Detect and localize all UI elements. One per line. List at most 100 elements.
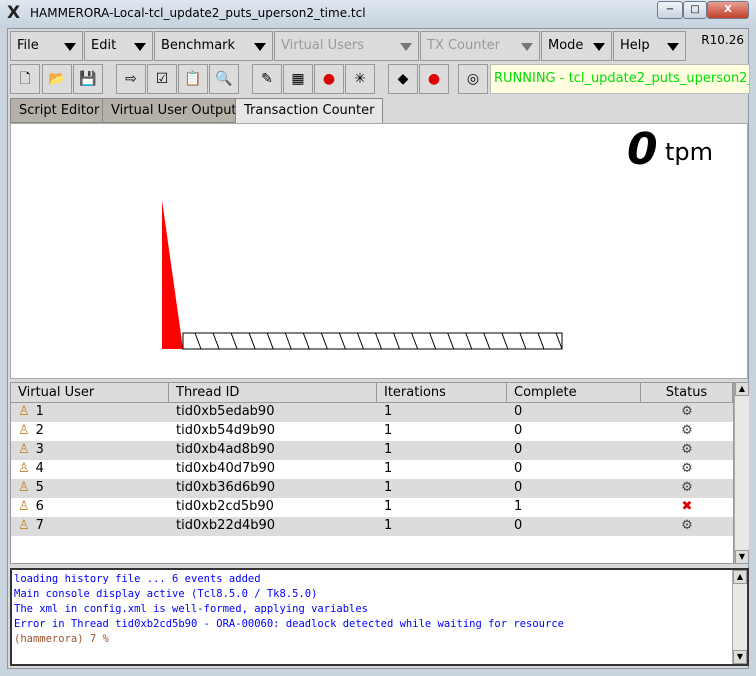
iterations-cell: 1 bbox=[384, 499, 393, 514]
toolbar-button[interactable]: 🔍 bbox=[209, 64, 239, 94]
menu-label: Mode bbox=[548, 38, 584, 53]
stop-light-icon: ● bbox=[427, 71, 441, 87]
console-output[interactable]: loading history file ... 6 events added M… bbox=[10, 568, 749, 666]
grid-icon: ▦ bbox=[291, 71, 305, 87]
menu-label: Virtual Users bbox=[281, 38, 365, 53]
running-icon: ⚙ bbox=[681, 480, 693, 495]
user-icon: ♙ bbox=[18, 461, 30, 476]
thread-id-cell: tid0xb36d6b90 bbox=[176, 480, 276, 495]
thread-id-cell: tid0xb40d7b90 bbox=[176, 461, 276, 476]
thread-id-cell: tid0xb4ad8b90 bbox=[176, 442, 275, 457]
table-row[interactable]: ♙ 1 tid0xb5edab90 1 0 ⚙ bbox=[11, 403, 733, 422]
chevron-down-icon bbox=[134, 43, 146, 51]
toolbar-button[interactable]: ▦ bbox=[283, 64, 313, 94]
running-icon: ⚙ bbox=[681, 461, 693, 476]
virtual-user-cell: ♙ 1 bbox=[11, 403, 169, 422]
chevron-down-icon bbox=[254, 43, 266, 51]
load-script-icon: ⇨ bbox=[125, 71, 137, 87]
save-icon: 💾 bbox=[79, 71, 97, 87]
error-x-icon: ✖ bbox=[681, 499, 693, 514]
toolbar-button[interactable]: ● bbox=[314, 64, 344, 94]
toolbar-button[interactable]: ◎ bbox=[458, 64, 488, 94]
table-row[interactable]: ♙ 3 tid0xb4ad8b90 1 0 ⚙ bbox=[11, 441, 733, 460]
time-axis-bar bbox=[182, 332, 563, 350]
console-line: The xml in config.xml is well-formed, ap… bbox=[14, 603, 369, 615]
status-cell: ✖ bbox=[641, 498, 733, 517]
complete-cell: 0 bbox=[514, 518, 523, 533]
user-id: 4 bbox=[35, 461, 44, 476]
menu-file[interactable]: File bbox=[10, 31, 83, 61]
user-id: 7 bbox=[35, 518, 44, 533]
complete-cell: 1 bbox=[514, 499, 523, 514]
close-button[interactable]: X bbox=[707, 1, 749, 19]
user-id: 2 bbox=[35, 423, 44, 438]
shapes-icon: ◆ bbox=[397, 71, 409, 87]
status-cell: ⚙ bbox=[641, 517, 733, 536]
x-logo-icon: X bbox=[7, 3, 21, 23]
complete-cell: 0 bbox=[514, 480, 523, 495]
virtual-user-cell: ♙ 7 bbox=[11, 517, 169, 536]
toolbar-button[interactable]: ✎ bbox=[252, 64, 282, 94]
user-id: 3 bbox=[35, 442, 44, 457]
table-row[interactable]: ♙ 2 tid0xb54d9b90 1 0 ⚙ bbox=[11, 422, 733, 441]
running-icon: ⚙ bbox=[681, 442, 693, 457]
iterations-cell: 1 bbox=[384, 404, 393, 419]
menu-label: Edit bbox=[91, 38, 117, 53]
maximize-button[interactable]: □ bbox=[683, 1, 707, 19]
status-cell: ⚙ bbox=[641, 479, 733, 498]
user-icon: ♙ bbox=[18, 423, 30, 438]
iterations-cell: 1 bbox=[384, 423, 393, 438]
toolbar-button[interactable]: 📂 bbox=[42, 64, 72, 94]
menu-label: Benchmark bbox=[161, 38, 236, 53]
column-header[interactable]: Status bbox=[641, 383, 733, 402]
table-scrollbar[interactable]: ▲ ▼ bbox=[734, 382, 749, 564]
iterations-cell: 1 bbox=[384, 480, 393, 495]
column-header[interactable]: Thread ID bbox=[169, 383, 377, 402]
toolbar-button[interactable]: ✳ bbox=[345, 64, 375, 94]
console-line: loading history file ... 6 events added bbox=[14, 573, 261, 585]
window-title: HAMMERORA-Local-tcl_update2_puts_uperson… bbox=[30, 6, 366, 20]
toolbar-button[interactable]: 🗋 bbox=[10, 64, 40, 94]
iterations-cell: 1 bbox=[384, 518, 393, 533]
counter-graph bbox=[162, 200, 563, 350]
table-row[interactable]: ♙ 7 tid0xb22d4b90 1 0 ⚙ bbox=[11, 517, 733, 536]
table-row[interactable]: ♙ 6 tid0xb2cd5b90 1 1 ✖ bbox=[11, 498, 733, 517]
minimize-button[interactable]: − bbox=[657, 1, 683, 19]
toolbar-button[interactable]: ◆ bbox=[388, 64, 418, 94]
user-icon: ♙ bbox=[18, 518, 30, 533]
tab-virtual-user-output[interactable]: Virtual User Output bbox=[102, 98, 246, 123]
table-row[interactable]: ♙ 5 tid0xb36d6b90 1 0 ⚙ bbox=[11, 479, 733, 498]
column-header[interactable]: Iterations bbox=[377, 383, 507, 402]
toolbar-button[interactable]: ⇨ bbox=[116, 64, 146, 94]
status-cell: ⚙ bbox=[641, 441, 733, 460]
toolbar-button[interactable]: 📋 bbox=[178, 64, 208, 94]
toolbar-button[interactable]: ☑ bbox=[147, 64, 177, 94]
tab-script-editor[interactable]: Script Editor bbox=[10, 98, 109, 123]
menu-help[interactable]: Help bbox=[613, 31, 686, 61]
column-header[interactable]: Virtual User bbox=[11, 383, 169, 402]
column-header[interactable]: Complete bbox=[507, 383, 641, 402]
toolbar-button[interactable]: ● bbox=[419, 64, 449, 94]
tab-transaction-counter[interactable]: Transaction Counter bbox=[235, 98, 384, 124]
console-line: Main console display active (Tcl8.5.0 / … bbox=[14, 588, 318, 600]
console-scrollbar[interactable]: ▲ ▼ bbox=[732, 570, 747, 664]
status-display: RUNNING - tcl_update2_puts_uperson2_time bbox=[490, 64, 750, 94]
user-icon: ♙ bbox=[18, 404, 30, 419]
menu-benchmark[interactable]: Benchmark bbox=[154, 31, 273, 61]
menu-edit[interactable]: Edit bbox=[84, 31, 153, 61]
table-row[interactable]: ♙ 4 tid0xb40d7b90 1 0 ⚙ bbox=[11, 460, 733, 479]
chevron-down-icon bbox=[593, 43, 605, 51]
user-id: 6 bbox=[35, 499, 44, 514]
running-icon: ⚙ bbox=[681, 404, 693, 419]
status-cell: ⚙ bbox=[641, 422, 733, 441]
virtual-user-cell: ♙ 6 bbox=[11, 498, 169, 517]
menu-mode[interactable]: Mode bbox=[541, 31, 612, 61]
tpm-spike bbox=[162, 200, 183, 349]
console-line: (hammerora) 7 % bbox=[14, 633, 109, 645]
menu-virtual-users[interactable]: Virtual Users bbox=[274, 31, 419, 61]
edit-script-icon: ✎ bbox=[261, 71, 273, 87]
menu-label: TX Counter bbox=[427, 38, 500, 53]
menu-tx-counter[interactable]: TX Counter bbox=[420, 31, 540, 61]
complete-cell: 0 bbox=[514, 442, 523, 457]
toolbar-button[interactable]: 💾 bbox=[73, 64, 103, 94]
